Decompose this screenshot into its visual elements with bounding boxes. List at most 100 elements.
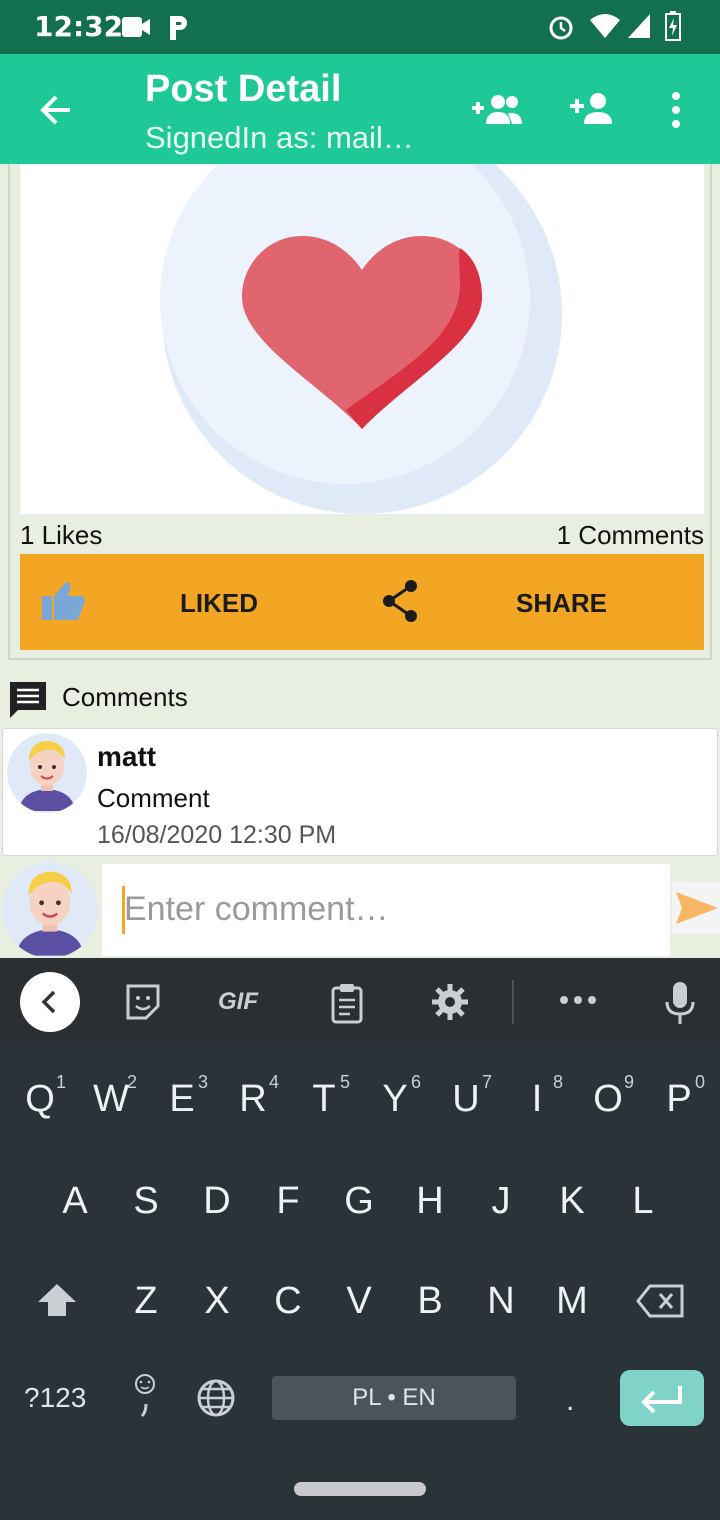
app-bar: Post Detail SignedIn as: mail… (0, 54, 720, 164)
comment-input[interactable]: Enter comment… (102, 864, 670, 956)
mic-icon[interactable] (664, 980, 696, 1026)
liked-button[interactable]: LIKED (180, 588, 258, 619)
key-i[interactable]: I8 (507, 1072, 567, 1121)
key-label: M (556, 1280, 588, 1322)
comment-input-bar: Enter comment… (0, 862, 720, 958)
key-d[interactable]: D (187, 1180, 247, 1223)
key-label: F (276, 1180, 300, 1222)
key-h[interactable]: H (400, 1180, 460, 1223)
key-a[interactable]: A (45, 1180, 105, 1223)
keyboard-back-button[interactable] (20, 972, 80, 1032)
key-n[interactable]: N (471, 1280, 531, 1323)
symbols-key[interactable]: ?123 (24, 1382, 86, 1414)
heart-icon (160, 164, 562, 514)
key-label: B (417, 1280, 443, 1322)
key-label: D (203, 1180, 231, 1222)
share-icon[interactable] (380, 578, 420, 624)
key-label: S (133, 1180, 159, 1222)
key-t[interactable]: T5 (294, 1072, 354, 1121)
period-key[interactable]: . (566, 1384, 574, 1418)
key-number-hint: 0 (694, 1072, 705, 1092)
key-number-hint: 2 (126, 1072, 137, 1092)
comments-header-label: Comments (62, 682, 188, 712)
key-label: A (62, 1180, 88, 1222)
post-card: 1 Likes 1 Comments LIKED SHARE (8, 164, 712, 660)
key-k[interactable]: K (542, 1180, 602, 1223)
shift-icon[interactable] (36, 1282, 78, 1318)
comment-text: Comment (97, 783, 210, 813)
more-icon[interactable] (558, 994, 598, 1006)
key-l[interactable]: L (613, 1180, 673, 1223)
key-w[interactable]: W2 (81, 1072, 141, 1121)
signal-icon (628, 14, 650, 38)
key-label: H (416, 1180, 444, 1222)
back-chevron-icon (41, 990, 56, 1014)
key-q[interactable]: Q1 (10, 1072, 70, 1121)
home-gesture-pill[interactable] (294, 1482, 426, 1496)
share-button[interactable]: SHARE (516, 588, 607, 619)
more-vert-icon[interactable] (666, 90, 686, 130)
comment-icon (10, 682, 46, 718)
battery-charging-icon (665, 11, 681, 41)
wifi-icon (590, 14, 620, 38)
key-c[interactable]: C (258, 1280, 318, 1323)
emoji-key-icon[interactable] (130, 1372, 160, 1422)
key-label: J (491, 1180, 511, 1222)
clipboard-icon[interactable] (330, 982, 364, 1024)
key-label: L (632, 1180, 654, 1222)
key-number-hint: 9 (623, 1072, 634, 1092)
avatar (7, 733, 87, 813)
key-z[interactable]: Z (116, 1280, 176, 1323)
key-number-hint: 6 (410, 1072, 421, 1092)
likes-count: 1 Likes (20, 520, 103, 550)
status-time: 12:32 (34, 10, 124, 43)
post-stats: 1 Likes 1 Comments (20, 516, 704, 552)
comment-input-placeholder: Enter comment… (124, 890, 389, 928)
sticker-icon[interactable] (124, 982, 162, 1022)
globe-icon[interactable] (196, 1378, 236, 1418)
video-icon (122, 17, 150, 37)
key-o[interactable]: O9 (578, 1072, 638, 1121)
key-label: O (593, 1078, 623, 1120)
backspace-icon[interactable] (636, 1284, 686, 1318)
key-number-hint: 8 (552, 1072, 563, 1092)
current-user-avatar (2, 862, 98, 958)
key-p[interactable]: P0 (649, 1072, 709, 1121)
key-label: Y (382, 1078, 408, 1120)
key-label: W (93, 1078, 129, 1120)
key-g[interactable]: G (329, 1180, 389, 1223)
enter-icon (641, 1386, 682, 1414)
key-j[interactable]: J (471, 1180, 531, 1223)
key-m[interactable]: M (542, 1280, 602, 1323)
enter-key[interactable] (620, 1370, 704, 1426)
key-r[interactable]: R4 (223, 1072, 283, 1121)
alarm-icon (549, 16, 573, 40)
gif-button[interactable]: GIF (218, 988, 258, 1016)
key-e[interactable]: E3 (152, 1072, 212, 1121)
key-u[interactable]: U7 (436, 1072, 496, 1121)
send-button[interactable] (672, 882, 720, 934)
key-label: X (204, 1280, 230, 1322)
key-label: P (666, 1078, 692, 1120)
key-label: K (559, 1180, 585, 1222)
key-f[interactable]: F (258, 1180, 318, 1223)
add-person-icon[interactable] (568, 90, 616, 126)
thumbs-up-icon[interactable] (40, 580, 88, 622)
settings-icon[interactable] (430, 982, 470, 1022)
key-x[interactable]: X (187, 1280, 247, 1323)
add-group-icon[interactable] (470, 92, 524, 126)
page-title: Post Detail (145, 68, 342, 110)
key-b[interactable]: B (400, 1280, 460, 1323)
key-s[interactable]: S (116, 1180, 176, 1223)
key-label: T (312, 1078, 336, 1120)
key-number-hint: 1 (55, 1072, 66, 1092)
key-label: R (239, 1078, 267, 1120)
space-key[interactable]: PL • EN (272, 1376, 516, 1420)
key-v[interactable]: V (329, 1280, 389, 1323)
key-label: Z (134, 1280, 158, 1322)
key-y[interactable]: Y6 (365, 1072, 425, 1121)
key-label: C (274, 1280, 302, 1322)
back-arrow-icon[interactable] (36, 90, 76, 130)
key-label: G (344, 1180, 374, 1222)
key-label: N (487, 1280, 515, 1322)
